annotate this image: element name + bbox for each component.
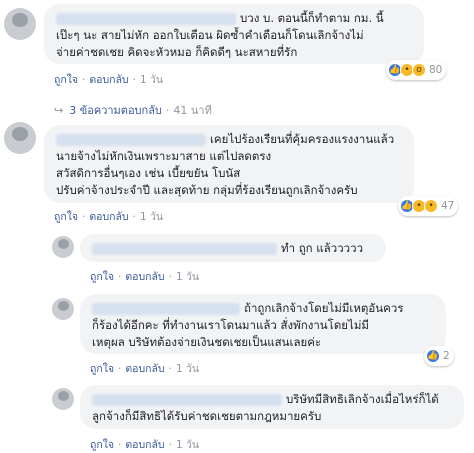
reaction-summary[interactable]: 👍 2: [424, 346, 454, 366]
comment-text-line: จ่ายค่าชดเชย คิดจะหัวหมอ ก็คิดดีๆ นะสหาย…: [56, 45, 298, 59]
avatar[interactable]: [4, 8, 36, 40]
reaction-summary[interactable]: 👍 • o 80: [386, 60, 447, 80]
commenter-name[interactable]: [56, 12, 236, 25]
comment-text-line: เคยไปร้องเรียนที่คุ้มครองแรงงานแล้ว: [210, 132, 395, 146]
reaction-count: 2: [443, 350, 450, 362]
view-replies-link[interactable]: ↪ 3 ข้อความตอบกลับ · 41 นาที: [54, 101, 212, 119]
comment-bubble: บวง บ. ตอนนี้ก็ทำตาม กม. นี้ เป๊ะๆ นะ สา…: [44, 4, 424, 64]
commenter-name[interactable]: [92, 393, 282, 406]
comment-text-line: ปรับค่าจ้างประจำปี และสุดท้าย กลุ่มที่ร้…: [56, 183, 358, 197]
reply-text-line: เหตุผล บริษัทต้องจ่ายเงินชดเชยเป็นแสนเลย…: [92, 335, 322, 349]
reply-arrow-icon: ↪: [54, 103, 64, 117]
reaction-count: 47: [441, 200, 455, 212]
reaction-count: 80: [429, 64, 443, 76]
like-icon: 👍: [426, 349, 440, 363]
like-link[interactable]: ถูกใจ: [90, 363, 114, 375]
like-link[interactable]: ถูกใจ: [54, 74, 78, 86]
timestamp[interactable]: 1 วัน: [176, 439, 199, 451]
replies-count-label: 3 ข้อความตอบกลับ: [69, 104, 162, 117]
reply-link[interactable]: ตอบกลับ: [89, 211, 128, 223]
reply-link[interactable]: ตอบกลับ: [125, 271, 164, 283]
commenter-name[interactable]: [56, 133, 206, 146]
commenter-name[interactable]: [92, 242, 277, 255]
timestamp[interactable]: 1 วัน: [140, 211, 163, 223]
avatar[interactable]: [52, 388, 74, 410]
comment-actions: ถูกใจ · ตอบกลับ · 1 วัน: [54, 74, 164, 86]
timestamp[interactable]: 1 วัน: [176, 271, 199, 283]
comment-actions: ถูกใจ · ตอบกลับ · 1 วัน: [54, 211, 164, 223]
reply-bubble: ทำ ถูก แล้ววววว: [80, 234, 386, 262]
reply-actions: ถูกใจ · ตอบกลับ · 1 วัน: [90, 271, 200, 283]
avatar[interactable]: [52, 298, 74, 320]
like-link[interactable]: ถูกใจ: [90, 271, 114, 283]
reply-link[interactable]: ตอบกลับ: [125, 439, 164, 451]
timestamp[interactable]: 1 วัน: [176, 363, 199, 375]
reaction-summary[interactable]: 👍 • • 47: [398, 196, 459, 216]
reply-text-line: ถ้าถูกเลิกจ้างโดยไม่มีเหตุอันควร: [244, 301, 404, 315]
timestamp[interactable]: 1 วัน: [140, 74, 163, 86]
commenter-name[interactable]: [92, 302, 240, 315]
haha-icon: •: [424, 199, 438, 213]
like-link[interactable]: ถูกใจ: [90, 439, 114, 451]
wow-icon: o: [412, 63, 426, 77]
reply-text-line: ลูกจ้างก็มีสิทธิได้รับค่าชดเชยตามกฎหมายค…: [92, 409, 322, 423]
comment-text-line: นายจ้างไม่หักเงินเพราะมาสาย แต่ไปลดตรง: [56, 149, 272, 163]
reply-actions: ถูกใจ · ตอบกลับ · 1 วัน: [90, 363, 200, 375]
reply-text-line: บริษัทมีสิทธิเลิกจ้างเมื่อไหร่ก็ได้: [286, 392, 439, 406]
comment-text-line: เป๊ะๆ นะ สายไม่หัก ออกใบเตือน ผิดซ้ำคำเต…: [56, 28, 364, 42]
comment-text-line: สวัสดิการอื่นๆเอง เช่น เบี้ยขยัน โบนัส: [56, 166, 241, 180]
avatar[interactable]: [4, 122, 36, 154]
reply-bubble: บริษัทมีสิทธิเลิกจ้างเมื่อไหร่ก็ได้ ลูกจ…: [80, 385, 464, 429]
reply-actions: ถูกใจ · ตอบกลับ · 1 วัน: [90, 439, 200, 451]
reply-text-line: ก็ร้องได้อีกคะ ที่ทำงานเราโดนมาแล้ว สั่ง…: [92, 318, 369, 332]
like-link[interactable]: ถูกใจ: [54, 211, 78, 223]
reply-link[interactable]: ตอบกลับ: [125, 363, 164, 375]
reply-text-line: ทำ ถูก แล้ววววว: [281, 241, 364, 255]
comment-text-line: บวง บ. ตอนนี้ก็ทำตาม กม. นี้: [240, 11, 384, 25]
reply-link[interactable]: ตอบกลับ: [89, 74, 128, 86]
timestamp: 41 นาที: [173, 104, 212, 117]
reply-bubble: ถ้าถูกเลิกจ้างโดยไม่มีเหตุอันควร ก็ร้องไ…: [80, 294, 446, 354]
comment-bubble: เคยไปร้องเรียนที่คุ้มครองแรงงานแล้ว นายจ…: [44, 125, 414, 203]
avatar[interactable]: [52, 236, 74, 258]
